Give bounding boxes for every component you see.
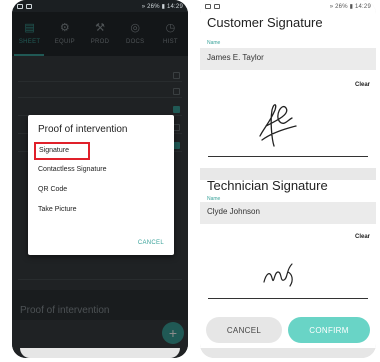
proof-dialog: Proof of intervention Signature Contactl… xyxy=(28,115,174,255)
technician-signature-pad[interactable]: Clear xyxy=(200,224,376,310)
dialog-cancel-button[interactable]: CANCEL xyxy=(138,240,164,246)
customer-signature-stroke xyxy=(259,104,297,147)
customer-name-field[interactable]: James E. Taylor xyxy=(200,48,376,70)
customer-name-label: Name xyxy=(207,40,221,46)
customer-signature-line xyxy=(208,156,368,157)
notification-icon xyxy=(26,3,32,9)
option-contactless-signature[interactable]: Contactless Signature xyxy=(38,160,164,180)
cancel-button[interactable]: CANCEL xyxy=(206,317,282,343)
status-text: » 26% ▮ 14:29 xyxy=(141,3,183,10)
status-bar: » 26% ▮ 14:29 xyxy=(12,0,188,12)
customer-signature-pad[interactable]: Clear xyxy=(200,70,376,168)
customer-signature-title: Customer Signature xyxy=(207,15,323,30)
signature-screen: Customer Signature Name James E. Taylor … xyxy=(200,12,376,348)
status-bar: » 26% ▮ 14:29 xyxy=(200,0,376,12)
technician-signature-line xyxy=(208,298,368,299)
status-text: » 26% ▮ 14:29 xyxy=(329,3,371,10)
notification-icon xyxy=(214,3,220,9)
technician-name-field[interactable]: Clyde Johnson xyxy=(200,202,376,224)
right-phone: » 26% ▮ 14:29 Customer Signature Name Ja… xyxy=(200,0,376,358)
confirm-button[interactable]: CONFIRM xyxy=(288,317,370,343)
left-phone: » 26% ▮ 14:29 ▤ SHEET ⚙ EQUIP ⚒ PROD ◎ D… xyxy=(12,0,188,358)
option-qr-code[interactable]: QR Code xyxy=(38,180,164,200)
stage: » 26% ▮ 14:29 ▤ SHEET ⚙ EQUIP ⚒ PROD ◎ D… xyxy=(0,0,380,362)
option-take-picture[interactable]: Take Picture xyxy=(38,200,164,220)
phone-bottom xyxy=(200,348,376,358)
gallery-icon xyxy=(17,3,23,9)
gallery-icon xyxy=(205,3,211,9)
phone-bottom xyxy=(20,348,180,358)
option-signature[interactable]: Signature xyxy=(34,142,90,160)
dialog-title: Proof of intervention xyxy=(38,124,128,135)
technician-signature-title: Technician Signature xyxy=(207,178,328,193)
